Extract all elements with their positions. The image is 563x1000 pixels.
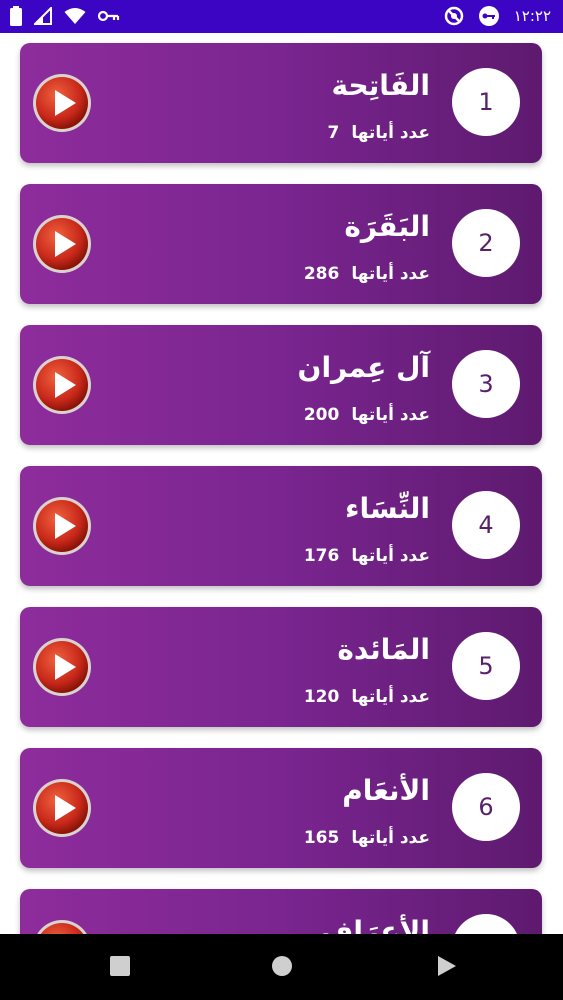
verse-info: عدد أياتها 120 (304, 687, 430, 707)
sura-number: 5 (452, 632, 520, 700)
wifi-icon (64, 7, 86, 25)
play-icon (33, 497, 91, 555)
play-button[interactable] (32, 778, 92, 838)
sura-name: النِّسَاء (345, 492, 430, 525)
vpn-key-icon (98, 9, 120, 23)
verse-info: عدد أياتها 286 (304, 264, 430, 284)
verse-count: 200 (303, 405, 340, 425)
back-button[interactable] (433, 954, 459, 980)
verse-label: عدد أياتها (351, 687, 430, 707)
sura-card-6[interactable]: الأنعَام عدد أياتها 165 6 (20, 748, 542, 868)
play-icon (33, 74, 91, 132)
sura-name: آل عِمران (297, 351, 430, 384)
play-button[interactable] (32, 355, 92, 415)
sura-number: 3 (452, 350, 520, 418)
verse-count: 165 (303, 828, 340, 848)
verse-label: عدد أياتها (351, 828, 430, 848)
play-button[interactable] (32, 214, 92, 274)
play-icon (33, 356, 91, 414)
back-triangle-icon (438, 956, 456, 976)
verse-label: عدد أياتها (351, 405, 430, 425)
signal-icon (34, 7, 52, 25)
play-button[interactable] (32, 637, 92, 697)
verse-count: 176 (303, 546, 340, 566)
status-left-icons (10, 6, 120, 26)
verse-label: عدد أياتها (351, 264, 430, 284)
sura-list[interactable]: الفَاتِحة عدد أياتها 7 1 البَقَرَة عدد أي… (0, 33, 563, 934)
battery-icon (10, 6, 22, 26)
recents-button[interactable] (107, 954, 133, 980)
sura-name: الأنعَام (342, 774, 430, 807)
sura-name: الفَاتِحة (331, 69, 430, 102)
verse-info: عدد أياتها 200 (304, 405, 430, 425)
verse-info: عدد أياتها 176 (304, 546, 430, 566)
sura-card-2[interactable]: البَقَرَة عدد أياتها 286 2 (20, 184, 542, 304)
status-right-icons: ١٢:٢٢ (444, 6, 551, 26)
verse-label: عدد أياتها (351, 123, 430, 143)
home-button[interactable] (269, 954, 295, 980)
sura-card-7[interactable]: الأعرَاف عدد أياتها 7 (20, 889, 542, 934)
play-icon (37, 920, 87, 934)
play-icon (33, 779, 91, 837)
play-icon (33, 638, 91, 696)
sura-number: 7 (452, 914, 520, 934)
sura-name: المَائدة (337, 633, 430, 666)
navigation-bar (0, 934, 563, 1000)
sura-number: 4 (452, 491, 520, 559)
sura-name: البَقَرَة (344, 210, 430, 243)
data-saver-icon (444, 6, 464, 26)
play-button[interactable] (32, 496, 92, 556)
sura-number: 1 (452, 68, 520, 136)
sura-card-4[interactable]: النِّسَاء عدد أياتها 176 4 (20, 466, 542, 586)
sura-card-1[interactable]: الفَاتِحة عدد أياتها 7 1 (20, 43, 542, 163)
status-time: ١٢:٢٢ (513, 7, 551, 25)
verse-count: 7 (327, 123, 340, 143)
sura-number: 2 (452, 209, 520, 277)
recents-square-icon (110, 956, 130, 976)
play-icon (33, 215, 91, 273)
verse-count: 286 (303, 264, 340, 284)
status-bar: ١٢:٢٢ (0, 0, 563, 33)
verse-label: عدد أياتها (351, 546, 430, 566)
sura-card-3[interactable]: آل عِمران عدد أياتها 200 3 (20, 325, 542, 445)
play-button[interactable] (32, 919, 92, 934)
vpn-key-icon (478, 6, 500, 26)
sura-number: 6 (452, 773, 520, 841)
play-button[interactable] (32, 73, 92, 133)
verse-info: عدد أياتها 165 (304, 828, 430, 848)
home-circle-icon (272, 956, 292, 976)
sura-card-5[interactable]: المَائدة عدد أياتها 120 5 (20, 607, 542, 727)
verse-count: 120 (303, 687, 340, 707)
verse-info: عدد أياتها 7 (327, 123, 430, 143)
sura-name: الأعرَاف (320, 915, 430, 934)
